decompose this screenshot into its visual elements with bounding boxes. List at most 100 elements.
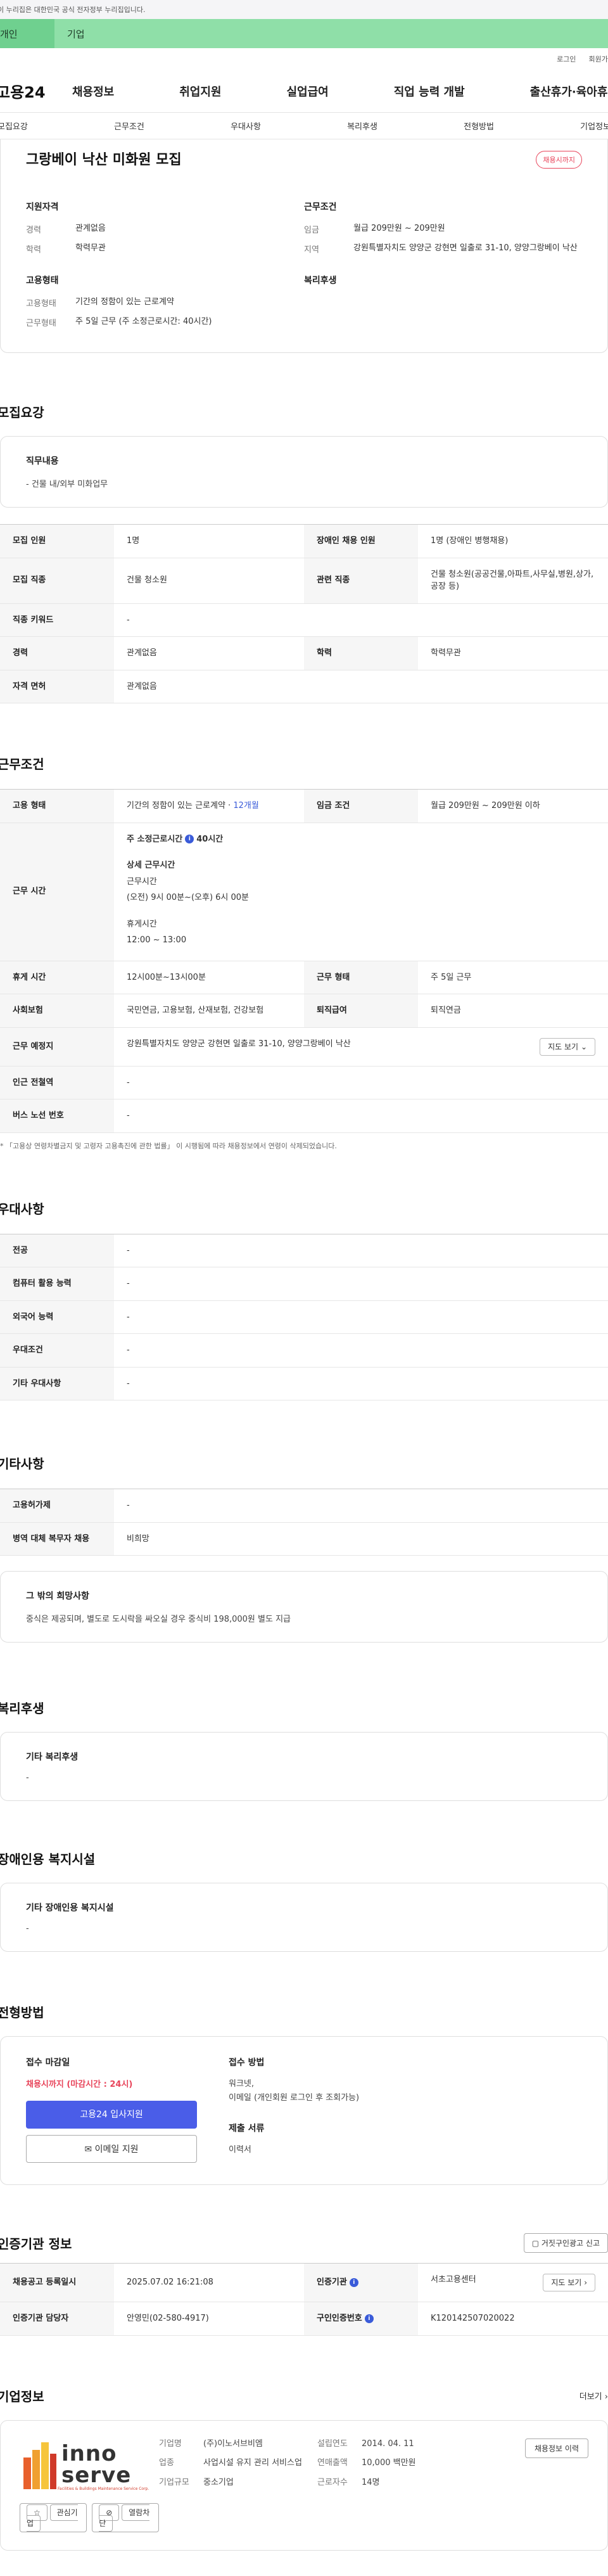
table-cell: 서초고용센터 지도 보기 ›	[418, 2263, 608, 2302]
method-text: 워크넷,	[229, 2079, 255, 2089]
table-row: 고용허가제 -	[0, 1489, 608, 1523]
table-header: 근무 형태	[304, 961, 418, 994]
gnb-menu: 채용정보 취업지원 실업급여 직업 능력 개발 출산휴가·육아휴직	[72, 83, 608, 99]
contract-period: 12개월	[233, 801, 259, 811]
section-title: 근무조건	[0, 757, 44, 772]
table-row: 근무 시간 주 소정근로시간 i 40시간 상세 근무시간 근무시간 (오전) 9시…	[0, 823, 608, 961]
table-header: 외국어 능력	[0, 1300, 114, 1334]
etc-section: 기타사항 고용허가제 - 병역 대체 복무자 채용 비희망 그 밖의 희망사항 중식…	[0, 1400, 608, 1643]
map-view-button[interactable]: 지도 보기 ⌄	[540, 1037, 595, 1056]
summary-key: 지역	[304, 245, 319, 255]
job-description-text: - 건물 내/외부 미화업무	[26, 480, 108, 489]
apply-section: 전형방법 접수 마감일 채용시까지 (마감시간 : 24시) 고용24 입사지원…	[0, 1952, 608, 2185]
company-key: 연매출액	[317, 2458, 348, 2468]
gnb-item-employment-support[interactable]: 취업지원	[179, 83, 221, 99]
table-row: 모집 인원 1명 장애인 채용 인원 1명 (장애인 병행채용)	[0, 524, 608, 558]
table-header: 버스 노선 번호	[0, 1099, 114, 1133]
company-row: 근로자수 14명	[317, 2477, 457, 2489]
tab-company[interactable]: 기업	[54, 19, 608, 48]
detail-hours-label: 근무시간	[127, 876, 157, 887]
info-icon[interactable]: i	[349, 2278, 358, 2287]
cert-id-label: 구인인증번호	[317, 2314, 362, 2323]
table-cell: -	[114, 603, 608, 637]
gnb-item-unemployment-benefit[interactable]: 실업급여	[287, 83, 329, 99]
subnav-conditions[interactable]: 근무조건	[114, 120, 144, 132]
table-cell: 강원특별자치도 양양군 강현면 일출로 31-10, 양양그랑베이 낙산 지도 …	[114, 1027, 608, 1067]
table-header: 자격 면허	[0, 670, 114, 703]
subnav-welfare[interactable]: 복리후생	[347, 120, 377, 132]
job-history-button[interactable]: 채용정보 이력	[524, 2438, 588, 2458]
company-more-link[interactable]: 더보기 ›	[580, 2390, 608, 2402]
email-apply-button[interactable]: ✉ 이메일 지원	[26, 2135, 197, 2163]
table-row: 기타 우대사항 -	[0, 1367, 608, 1400]
company-row: 기업규모 중소기업	[159, 2477, 317, 2489]
favorite-company-button[interactable]: ☆ 관심기업	[20, 2502, 87, 2532]
table-row: 외국어 능력 -	[0, 1300, 608, 1334]
table-row: 고용 형태 기간의 정함이 있는 근로계약 · 12개월 임금 조건 월급 20…	[0, 789, 608, 823]
section-title: 기업정보	[0, 2388, 44, 2404]
section-title: 장애인용 복지시설	[0, 1852, 96, 1867]
deadline-badge: 채용시까지	[536, 151, 582, 169]
site-logo[interactable]: 고용24	[0, 80, 72, 102]
gnb-item-jobs[interactable]: 채용정보	[72, 83, 114, 99]
cert-map-button[interactable]: 지도 보기 ›	[543, 2274, 595, 2291]
table-cell: 기간의 정함이 있는 근로계약 · 12개월	[114, 789, 304, 823]
table-row: 자격 면허 관계없음	[0, 670, 608, 703]
table-header: 모집 인원	[0, 524, 114, 558]
detail-hours-value: (오전) 9시 00분~(오후) 6시 00분	[127, 893, 250, 902]
section-title: 전형방법	[0, 2005, 44, 2020]
company-more-label: 더보기	[579, 2392, 602, 2402]
other-wishes-heading: 그 밖의 희망사항	[26, 1591, 89, 1601]
subnav-prefer[interactable]: 우대사항	[231, 120, 261, 132]
job-description-heading: 직무내용	[26, 456, 59, 466]
table-header: 인증기관 i	[304, 2263, 418, 2302]
weekly-hours-value: 40시간	[196, 834, 224, 844]
company-logo-area: inno serve Facilities & Buildings Mainte…	[20, 2438, 159, 2532]
company-row: 연매출액 10,000 백만원	[317, 2457, 457, 2470]
table-cell: 관계없음	[114, 670, 608, 703]
table-header: 모집 직종	[0, 558, 114, 604]
break-value: 12:00 ~ 13:00	[127, 935, 187, 945]
tab-personal[interactable]: 개인	[0, 19, 54, 48]
subnav-recruit[interactable]: 모집요강	[0, 120, 28, 132]
cert-org-label: 인증기관	[317, 2278, 347, 2288]
summary-value: 강원특별자치도 양양군 강현면 일출로 31-10, 양양그랑베이 낙산	[353, 243, 578, 253]
table-header: 우대조건	[0, 1333, 114, 1368]
info-icon[interactable]: i	[364, 2314, 374, 2323]
info-icon[interactable]: i	[185, 835, 194, 843]
block-company-button[interactable]: ⊘ 열람차단	[92, 2502, 159, 2532]
company-key: 기업규모	[159, 2478, 189, 2488]
summary-key: 학력	[26, 245, 41, 255]
map-view-label: 지도 보기	[548, 1042, 579, 1051]
table-cell: -	[114, 1333, 608, 1368]
welfare-box-heading: 기타 복리후생	[26, 1752, 79, 1762]
report-fake-ad-label: 거짓구인광고 신고	[541, 2239, 600, 2248]
apply-button[interactable]: 고용24 입사지원	[26, 2101, 197, 2129]
summary-key: 경력	[26, 226, 41, 235]
summary-value: 주 5일 근무 (주 소정근로시간: 40시간)	[75, 317, 212, 326]
signup-link[interactable]: 회원가입	[589, 54, 608, 64]
section-title: 기타사항	[0, 1456, 44, 1471]
table-row: 경력 관계없음 학력 학력무관	[0, 636, 608, 670]
subnav-selection[interactable]: 전형방법	[464, 120, 494, 132]
apply-left: 접수 마감일 채용시까지 (마감시간 : 24시) 고용24 입사지원 ✉ 이메…	[26, 2056, 210, 2163]
summary-row: 지역 강원특별자치도 양양군 강현면 일출로 31-10, 양양그랑베이 낙산	[304, 243, 582, 255]
subnav-company[interactable]: 기업정보	[580, 120, 608, 132]
gnb-item-parental-leave[interactable]: 출산휴가·육아휴직	[530, 83, 608, 99]
etc-table: 고용허가제 - 병역 대체 복무자 채용 비희망	[0, 1489, 608, 1556]
report-fake-ad-button[interactable]: ▢ 거짓구인광고 신고	[523, 2233, 608, 2253]
summary-grid: 지원자격 경력 관계없음 학력 학력무관 고용형태 고용형태 기간의 정함이 있는 근…	[26, 200, 582, 336]
gnb-item-vocational-training[interactable]: 직업 능력 개발	[394, 83, 465, 99]
table-header: 근무 예정지	[0, 1027, 114, 1067]
table-header: 전공	[0, 1234, 114, 1267]
mail-icon: ✉	[84, 2144, 92, 2155]
table-cell: 건물 청소원	[114, 558, 304, 604]
method-text-2: 이메일 (개인회원 로그인 후 조회가능)	[229, 2093, 360, 2103]
table-cell: -	[114, 1489, 608, 1523]
tab-personal-label: 개인	[0, 28, 18, 40]
company-key: 기업명	[159, 2438, 182, 2449]
login-link[interactable]: 로그인	[557, 54, 576, 64]
cert-org-value: 서초고용센터	[431, 2275, 476, 2284]
section-title: 우대사항	[0, 1201, 44, 1217]
table-header: 휴게 시간	[0, 961, 114, 994]
